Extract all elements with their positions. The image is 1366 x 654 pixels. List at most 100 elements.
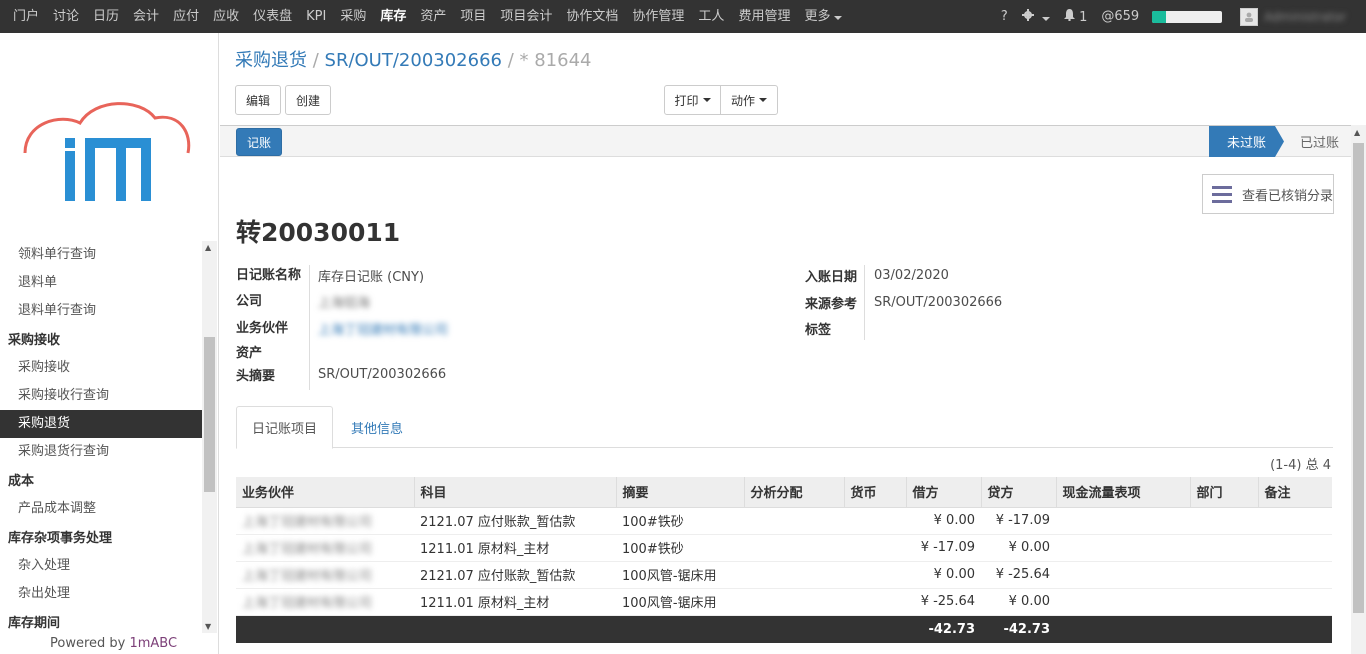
topnav-item[interactable]: 协作文档 <box>559 0 625 33</box>
cell-memo: 100风管-锯床用 <box>616 561 744 589</box>
sidebar-item[interactable]: 退料单 <box>0 269 202 297</box>
column-header[interactable]: 分析分配 <box>743 477 844 508</box>
username[interactable]: Administrator <box>1258 10 1366 24</box>
action-dropdown[interactable]: 动作 <box>720 85 778 115</box>
avatar[interactable] <box>1240 7 1259 26</box>
topnav-item[interactable]: 协作管理 <box>625 0 691 33</box>
topnav-item[interactable]: 项目 <box>453 0 493 33</box>
table-row[interactable]: 上海丁冠建材有限公司 1211.01 原材料_主材 100#铁砂 ¥ -17.09 ¥ … <box>236 534 1332 562</box>
sidebar-item[interactable]: 退料单行查询 <box>0 297 202 325</box>
field-value: 03/02/2020 <box>874 268 949 283</box>
column-header[interactable]: 备注 <box>1257 477 1332 508</box>
sidebar: 领料单行查询 退料单 退料单行查询 采购接收 采购接收 采购接收行查询 采购退货 采购退货行查… <box>0 33 219 654</box>
tab-other-info[interactable]: 其他信息 <box>336 406 418 449</box>
gear-icon <box>1021 8 1034 21</box>
sidebar-item[interactable]: 采购接收 <box>0 354 202 382</box>
topnav-item[interactable]: 工人 <box>691 0 731 33</box>
topnav-item[interactable]: 讨论 <box>46 0 86 33</box>
mentions-button[interactable]: @659 <box>1094 9 1146 24</box>
pager[interactable]: (1-4) 总 4 <box>1270 454 1331 473</box>
topnav-item[interactable]: 更多 <box>797 0 849 33</box>
column-header[interactable]: 货币 <box>843 477 906 508</box>
scroll-up-icon[interactable]: ▲ <box>1354 128 1360 137</box>
progress-fill <box>1152 10 1167 23</box>
notifications-button[interactable]: 1 <box>1057 8 1094 25</box>
column-header[interactable]: 借方 <box>905 477 981 508</box>
sidebar-item[interactable]: 产品成本调整 <box>0 495 202 523</box>
breadcrumb-link-purchase-return[interactable]: 采购退货 <box>235 50 307 71</box>
topnav-item[interactable]: 门户 <box>6 0 46 33</box>
cell-analytic <box>744 561 844 589</box>
topnav-item[interactable]: 项目会计 <box>493 0 559 33</box>
topnav-item[interactable]: 资产 <box>413 0 453 33</box>
field-value[interactable]: 上海丁冠建材有限公司 <box>318 319 448 338</box>
chevron-down-icon <box>759 98 767 102</box>
settings-dropdown[interactable] <box>1015 8 1057 25</box>
column-header[interactable]: 部门 <box>1189 477 1258 508</box>
content-scrollbar[interactable]: ▲ <box>1351 125 1366 654</box>
tab-journal-items[interactable]: 日记账项目 <box>236 406 333 449</box>
column-header[interactable]: 贷方 <box>980 477 1056 508</box>
table-row[interactable]: 上海丁冠建材有限公司 1211.01 原材料_主材 100风管-锯床用 ¥ -25.6… <box>236 588 1332 616</box>
scrollbar-thumb[interactable] <box>204 337 215 492</box>
topnav-item[interactable]: 仪表盘 <box>246 0 299 33</box>
cell-debit: ¥ -17.09 <box>906 534 981 562</box>
topnav-item[interactable]: KPI <box>299 0 333 33</box>
total-cell <box>844 615 906 643</box>
topnav-item[interactable]: 应付 <box>166 0 206 33</box>
topnav-item[interactable]: 费用管理 <box>731 0 797 33</box>
column-header[interactable]: 业务伙伴 <box>236 477 414 508</box>
breadcrumb-link-document[interactable]: SR/OUT/200302666 <box>325 50 502 71</box>
top-right-systray: ? 1 @659 Administrator <box>994 0 1366 33</box>
edit-button[interactable]: 编辑 <box>235 85 281 115</box>
topnav-item[interactable]: 应收 <box>206 0 246 33</box>
sidebar-item[interactable]: 领料单行查询 <box>0 241 202 269</box>
view-reconciled-entries-button[interactable]: 查看已核销分录 <box>1202 174 1334 214</box>
table-row[interactable]: 上海丁冠建材有限公司 2121.07 应付账款_暂估款 100#铁砂 ¥ 0.00 ¥ … <box>236 507 1332 535</box>
cell-dept <box>1190 588 1258 616</box>
topnav-item[interactable]: 库存 <box>373 0 413 33</box>
topnav-item[interactable]: 日历 <box>86 0 126 33</box>
breadcrumb-separator: / <box>307 50 325 71</box>
create-button[interactable]: 创建 <box>285 85 331 115</box>
topnav-item[interactable]: 采购 <box>333 0 373 33</box>
table-row[interactable]: 上海丁冠建材有限公司 2121.07 应付账款_暂估款 100风管-锯床用 ¥ 0.0… <box>236 561 1332 589</box>
table-total-row: -42.73 -42.73 <box>236 615 1332 643</box>
sidebar-item[interactable]: 杂出处理 <box>0 580 202 608</box>
sidebar-item[interactable]: 采购退货 <box>0 410 202 438</box>
sidebar-item[interactable]: 杂入处理 <box>0 552 202 580</box>
scroll-down-icon[interactable]: ▼ <box>205 622 211 631</box>
column-header[interactable]: 摘要 <box>615 477 744 508</box>
table-header-row: 业务伙伴 科目 摘要 分析分配 货币 借方 贷方 现金流量表项 部门 备注 <box>236 477 1332 508</box>
cell-analytic <box>744 588 844 616</box>
cell-partner: 上海丁冠建材有限公司 <box>236 561 414 589</box>
status-stage-unposted[interactable]: 未过账 <box>1209 126 1284 157</box>
list-icon <box>1212 182 1232 207</box>
powered-by-brand[interactable]: 1mABC <box>129 636 177 651</box>
cell-analytic <box>744 534 844 562</box>
cell-cashflow <box>1056 561 1190 589</box>
cell-currency <box>844 588 906 616</box>
help-button[interactable]: ? <box>994 9 1015 24</box>
cell-dept <box>1190 561 1258 589</box>
powered-by: Powered by 1mABC <box>50 636 177 651</box>
breadcrumb-current: * 81644 <box>519 50 592 71</box>
sidebar-scrollbar[interactable]: ▲ ▼ <box>202 241 217 633</box>
sidebar-item[interactable]: 采购退货行查询 <box>0 438 202 466</box>
notification-count: 1 <box>1079 9 1088 25</box>
breadcrumb-separator: / <box>501 50 520 71</box>
column-header[interactable]: 科目 <box>413 477 616 508</box>
print-dropdown[interactable]: 打印 <box>664 85 721 115</box>
scrollbar-thumb[interactable] <box>1353 143 1364 613</box>
status-stage-posted[interactable]: 已过账 <box>1292 126 1347 157</box>
scroll-up-icon[interactable]: ▲ <box>205 243 211 252</box>
field-label: 公司 <box>236 294 263 309</box>
column-header[interactable]: 现金流量表项 <box>1055 477 1190 508</box>
sidebar-menu: 领料单行查询 退料单 退料单行查询 采购接收 采购接收 采购接收行查询 采购退货 采购退货行查… <box>0 241 202 631</box>
main-content: 采购退货 / SR/OUT/200302666 / * 81644 编辑 创建 … <box>220 33 1366 654</box>
cell-debit: ¥ 0.00 <box>906 561 981 589</box>
sidebar-item[interactable]: 采购接收行查询 <box>0 382 202 410</box>
view-reconciled-entries-label: 查看已核销分录 <box>1241 188 1333 204</box>
topnav-item[interactable]: 会计 <box>126 0 166 33</box>
post-button[interactable]: 记账 <box>236 128 282 156</box>
